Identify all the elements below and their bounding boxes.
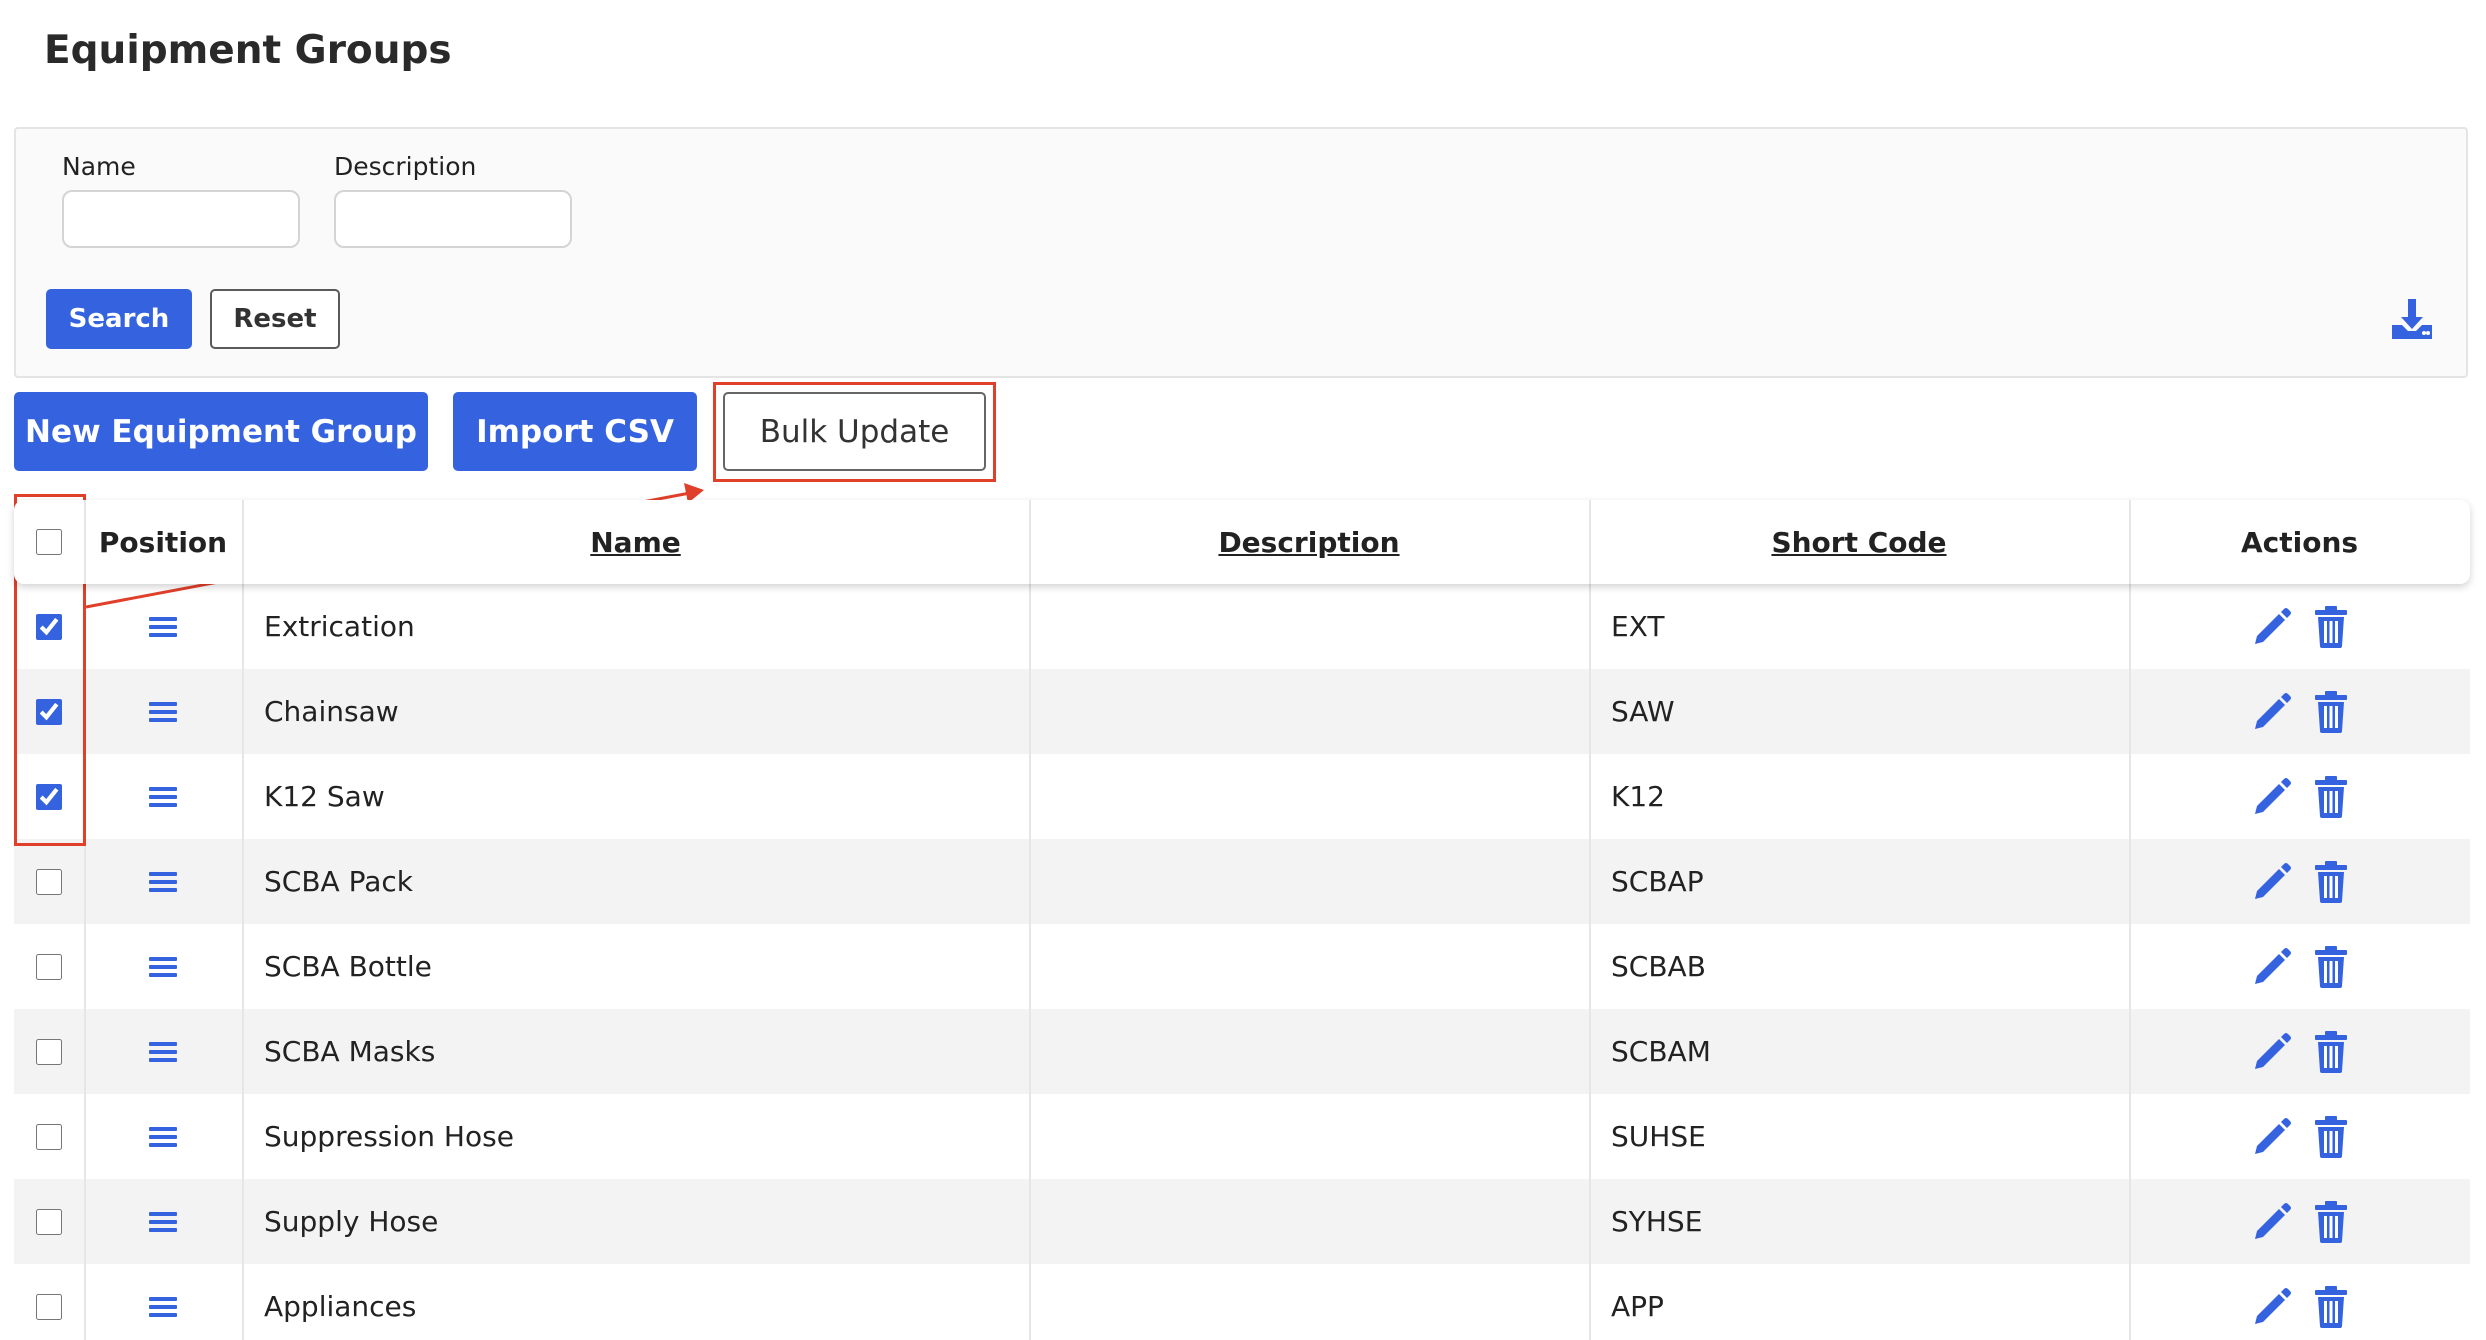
row-checkbox[interactable]	[36, 613, 62, 640]
drag-handle-icon[interactable]	[149, 955, 177, 979]
header-description-sort[interactable]: Description	[1029, 500, 1589, 584]
row-description	[1051, 584, 1581, 669]
drag-handle-icon[interactable]	[149, 785, 177, 809]
delete-icon[interactable]	[2313, 1030, 2349, 1073]
row-short-code: APP	[1611, 1290, 1664, 1323]
row-short-code: K12	[1611, 780, 1665, 813]
name-filter-label: Name	[62, 152, 136, 181]
edit-icon[interactable]	[2251, 691, 2293, 733]
page-title: Equipment Groups	[44, 28, 452, 73]
download-icon[interactable]	[2388, 295, 2436, 343]
row-checkbox[interactable]	[36, 953, 62, 980]
bulk-update-button[interactable]: Bulk Update	[723, 392, 986, 471]
header-name-sort[interactable]: Name	[242, 500, 1029, 584]
drag-handle-icon[interactable]	[149, 700, 177, 724]
header-short-code-sort[interactable]: Short Code	[1589, 500, 2129, 584]
row-checkbox[interactable]	[36, 1208, 62, 1235]
row-short-code: EXT	[1611, 610, 1665, 643]
row-name: Appliances	[264, 1290, 417, 1323]
drag-handle-icon[interactable]	[149, 615, 177, 639]
import-csv-button[interactable]: Import CSV	[453, 392, 697, 471]
row-name: Suppression Hose	[264, 1120, 514, 1153]
row-description	[1051, 1264, 1581, 1340]
delete-icon[interactable]	[2313, 605, 2349, 648]
row-checkbox[interactable]	[36, 783, 62, 810]
row-name: SCBA Masks	[264, 1035, 436, 1068]
edit-icon[interactable]	[2251, 776, 2293, 818]
table-row: Supply Hose SYHSE	[14, 1179, 2470, 1264]
row-checkbox[interactable]	[36, 1038, 62, 1065]
header-position: Position	[98, 525, 228, 559]
filter-panel: Name Description Search Reset	[14, 127, 2468, 378]
row-short-code: SCBAP	[1611, 865, 1704, 898]
table-row: Appliances APP	[14, 1264, 2470, 1340]
table-row: SCBA Bottle SCBAB	[14, 924, 2470, 1009]
new-equipment-group-button[interactable]: New Equipment Group	[14, 392, 428, 471]
row-name: Extrication	[264, 610, 415, 643]
row-description	[1051, 1009, 1581, 1094]
edit-icon[interactable]	[2251, 1286, 2293, 1328]
edit-icon[interactable]	[2251, 861, 2293, 903]
drag-handle-icon[interactable]	[149, 870, 177, 894]
row-description	[1051, 754, 1581, 839]
row-name: Supply Hose	[264, 1205, 439, 1238]
header-actions: Actions	[2240, 525, 2359, 559]
delete-icon[interactable]	[2313, 775, 2349, 818]
row-checkbox[interactable]	[36, 1293, 62, 1320]
select-all-checkbox[interactable]	[36, 529, 62, 555]
table-row: K12 Saw K12	[14, 754, 2470, 839]
delete-icon[interactable]	[2313, 1200, 2349, 1243]
row-checkbox[interactable]	[36, 868, 62, 895]
edit-icon[interactable]	[2251, 1031, 2293, 1073]
table-row: Chainsaw SAW	[14, 669, 2470, 754]
row-name: SCBA Bottle	[264, 950, 432, 983]
table-row: SCBA Pack SCBAP	[14, 839, 2470, 924]
edit-icon[interactable]	[2251, 1201, 2293, 1243]
row-short-code: SCBAB	[1611, 950, 1706, 983]
row-checkbox[interactable]	[36, 698, 62, 725]
drag-handle-icon[interactable]	[149, 1125, 177, 1149]
row-short-code: SUHSE	[1611, 1120, 1706, 1153]
name-filter-input[interactable]	[62, 190, 300, 248]
reset-button[interactable]: Reset	[210, 289, 340, 349]
description-filter-label: Description	[334, 152, 477, 181]
edit-icon[interactable]	[2251, 946, 2293, 988]
drag-handle-icon[interactable]	[149, 1295, 177, 1319]
table-header: Position Name Description Short Code Act…	[14, 500, 2470, 584]
row-short-code: SAW	[1611, 695, 1675, 728]
edit-icon[interactable]	[2251, 606, 2293, 648]
table-row: SCBA Masks SCBAM	[14, 1009, 2470, 1094]
row-short-code: SCBAM	[1611, 1035, 1711, 1068]
delete-icon[interactable]	[2313, 860, 2349, 903]
row-description	[1051, 924, 1581, 1009]
equipment-groups-table: Extrication EXT Chainsaw SAW K12 Saw K12…	[14, 584, 2470, 1340]
delete-icon[interactable]	[2313, 1285, 2349, 1328]
search-button[interactable]: Search	[46, 289, 192, 349]
edit-icon[interactable]	[2251, 1116, 2293, 1158]
row-name: K12 Saw	[264, 780, 385, 813]
drag-handle-icon[interactable]	[149, 1210, 177, 1234]
row-name: Chainsaw	[264, 695, 399, 728]
table-row: Extrication EXT	[14, 584, 2470, 669]
row-description	[1051, 669, 1581, 754]
row-checkbox[interactable]	[36, 1123, 62, 1150]
row-name: SCBA Pack	[264, 865, 413, 898]
row-short-code: SYHSE	[1611, 1205, 1703, 1238]
table-row: Suppression Hose SUHSE	[14, 1094, 2470, 1179]
drag-handle-icon[interactable]	[149, 1040, 177, 1064]
row-description	[1051, 1094, 1581, 1179]
description-filter-input[interactable]	[334, 190, 572, 248]
row-description	[1051, 839, 1581, 924]
delete-icon[interactable]	[2313, 945, 2349, 988]
delete-icon[interactable]	[2313, 690, 2349, 733]
row-description	[1051, 1179, 1581, 1264]
delete-icon[interactable]	[2313, 1115, 2349, 1158]
